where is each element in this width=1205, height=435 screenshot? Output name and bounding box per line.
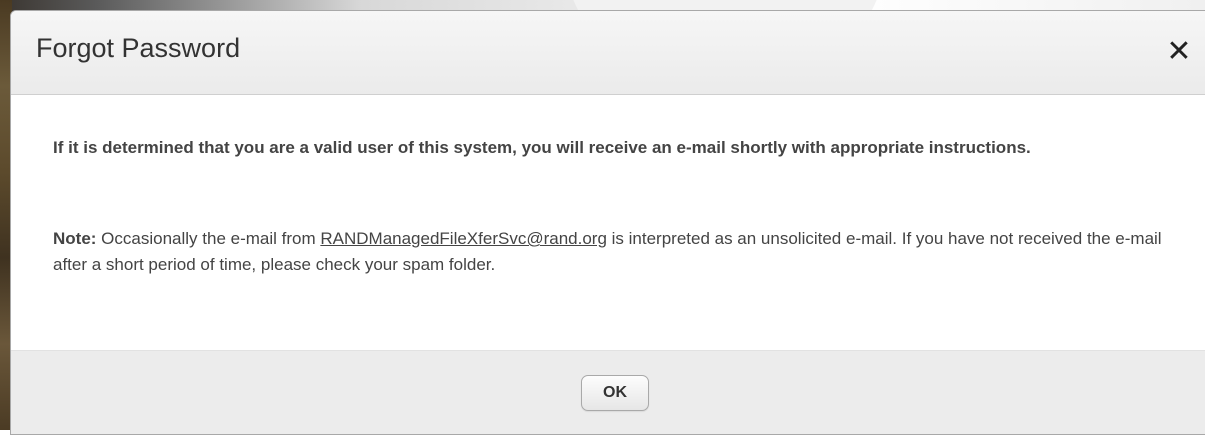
ok-button[interactable]: OK [581, 375, 649, 411]
note-text-prefix: Occasionally the e-mail from [96, 229, 321, 248]
note-label: Note: [53, 229, 97, 248]
confirmation-message: If it is determined that you are a valid… [53, 138, 1031, 157]
dialog-title: Forgot Password [36, 33, 241, 63]
close-icon[interactable]: ✕ [1164, 37, 1194, 67]
dialog-body: If it is determined that you are a valid… [11, 95, 1205, 350]
dialog-header: Forgot Password ✕ [11, 11, 1205, 95]
dialog-footer: OK [11, 350, 1205, 434]
spam-note: Note: Occasionally the e-mail from RANDM… [53, 226, 1163, 278]
support-email-link[interactable]: RANDManagedFileXferSvc@rand.org [320, 229, 607, 248]
forgot-password-dialog: Forgot Password ✕ If it is determined th… [10, 10, 1205, 435]
